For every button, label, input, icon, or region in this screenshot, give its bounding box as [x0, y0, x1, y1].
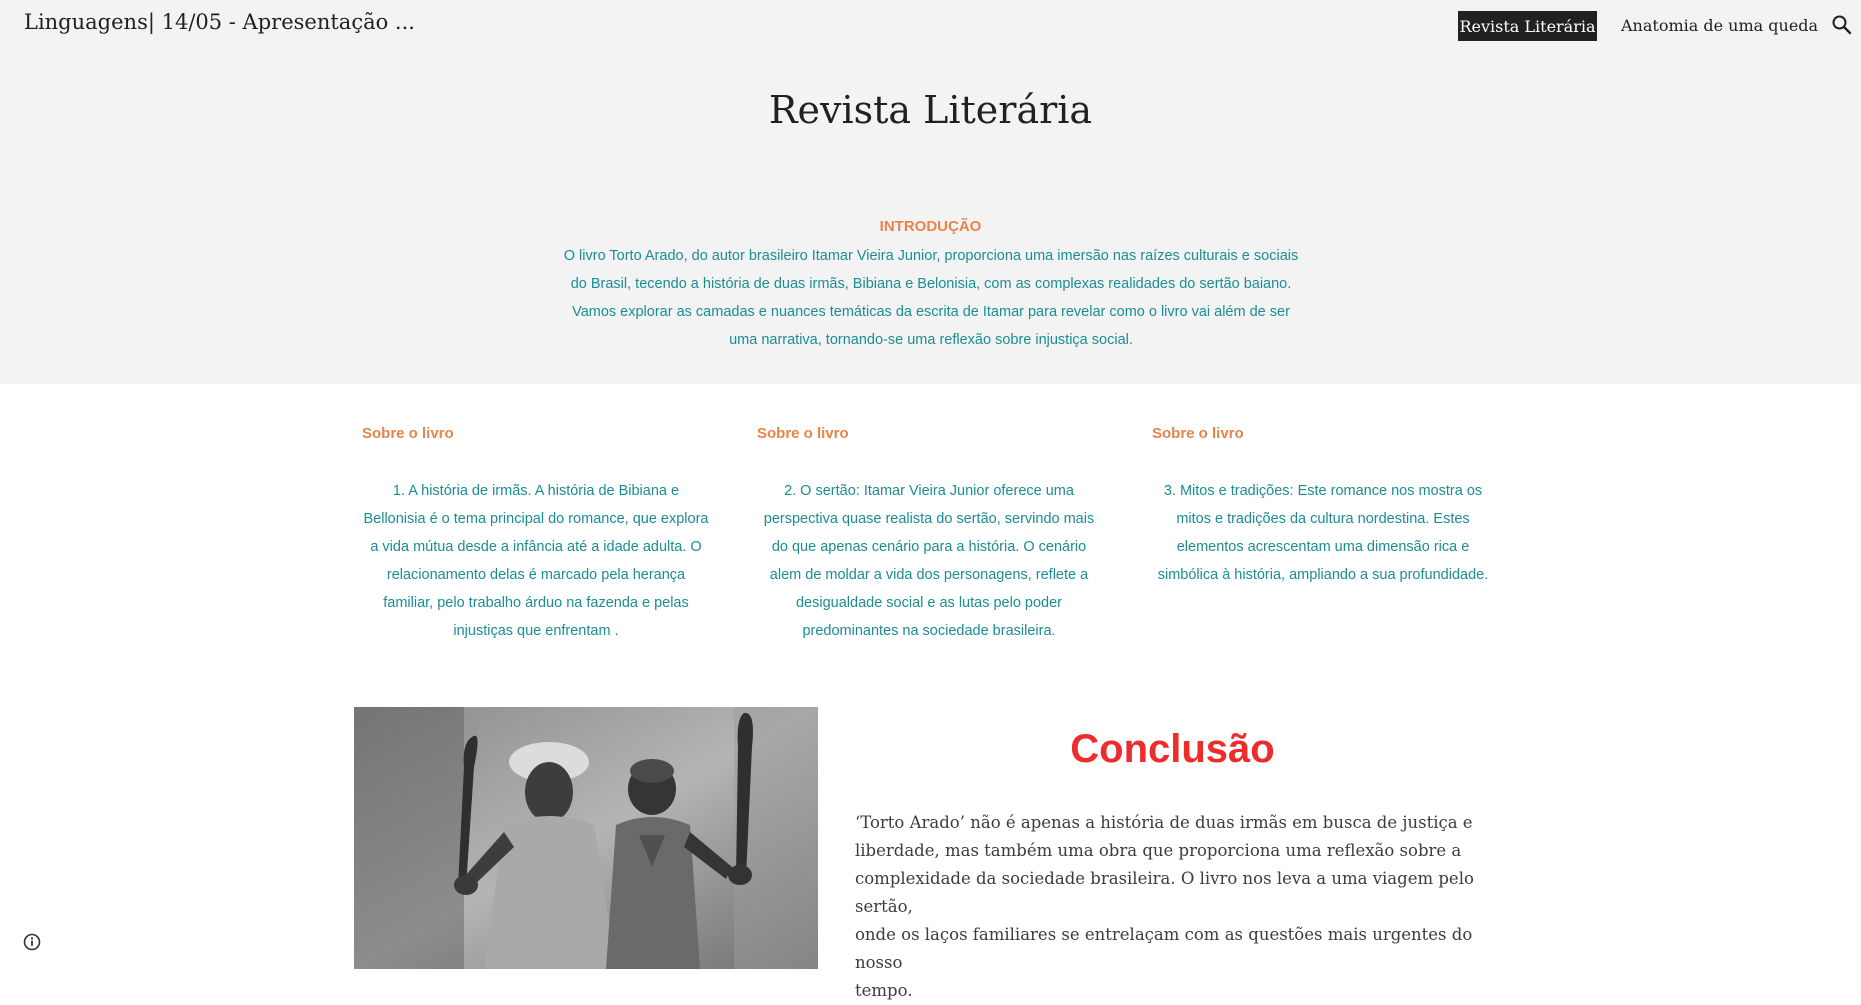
conclusion-line: complexidade da sociedade brasileira. O … [855, 869, 1474, 916]
conclusion-text: ‘Torto Arado’ não é apenas a história de… [855, 809, 1505, 1005]
intro-line: Vamos explorar as camadas e nuances temá… [572, 304, 1290, 320]
column-line: perspectiva quase realista do sertão, se… [763, 511, 1095, 527]
column-line: a vida mútua desde a infância até a idad… [370, 539, 702, 555]
column-line: familiar, pelo trabalho árduo na fazenda… [383, 595, 689, 611]
conclusion-title: Conclusão [1070, 727, 1275, 771]
conclusion-line: liberdade, mas também uma obra que propo… [855, 841, 1462, 860]
column-line: desigualdade social e as lutas pelo pode… [795, 595, 1063, 611]
column-1-text: 1. A história de irmãs. A história de Bi… [356, 477, 716, 645]
intro-heading: INTRODUÇÃO [879, 218, 982, 235]
intro-line: do Brasil, tecendo a história de duas ir… [570, 276, 1292, 292]
intro-line: O livro Torto Arado, do autor brasileiro… [563, 248, 1299, 264]
nav-item-anatomia-de-uma-queda[interactable]: Anatomia de uma queda [1621, 14, 1818, 38]
column-line: elementos acrescentam uma dimensão rica … [1176, 539, 1470, 555]
column-line: do que apenas cenário para a história. O… [771, 539, 1087, 555]
info-icon[interactable] [22, 932, 42, 952]
column-3-title: Sobre o livro [1152, 425, 1244, 442]
column-line: mitos e tradições da cultura nordestina.… [1176, 511, 1470, 527]
column-line: predominantes na sociedade brasileira. [802, 623, 1056, 639]
page-title: Revista Literária [768, 88, 1093, 132]
column-line: Bellonisia é o tema principal do romance… [363, 511, 709, 527]
intro-line: uma narrativa, tornando-se uma reflexão … [729, 332, 1133, 348]
site-title[interactable]: Linguagens| 14/05 - Apresentação ... [24, 10, 415, 34]
column-line: injustiças que enfrentam . [453, 623, 619, 639]
column-line: simbólica à história, ampliando a sua pr… [1157, 567, 1489, 583]
conclusion-line: ‘Torto Arado’ não é apenas a história de… [855, 813, 1473, 832]
column-line: 1. A história de irmãs. A história de Bi… [392, 483, 680, 499]
hero-section: Linguagens| 14/05 - Apresentação ... Rev… [0, 0, 1861, 384]
column-line: 2. O sertão: Itamar Vieira Junior oferec… [784, 483, 1074, 499]
book-photo [354, 707, 818, 969]
nav-item-revista-literaria[interactable]: Revista Literária [1458, 11, 1597, 41]
column-2-text: 2. O sertão: Itamar Vieira Junior oferec… [749, 477, 1109, 645]
search-icon[interactable] [1830, 13, 1854, 37]
conclusion-line: tempo. [855, 981, 913, 1000]
column-2-title: Sobre o livro [757, 425, 849, 442]
column-3-text: 3. Mitos e tradições: Este romance nos m… [1142, 477, 1504, 589]
column-line: 3. Mitos e tradições: Este romance nos m… [1163, 483, 1483, 499]
column-line: relacionamento delas é marcado pela hera… [386, 567, 686, 583]
column-1-title: Sobre o livro [362, 425, 454, 442]
intro-text: O livro Torto Arado, do autor brasileiro… [555, 242, 1307, 354]
column-line: alem de moldar a vida dos personagens, r… [769, 567, 1089, 583]
